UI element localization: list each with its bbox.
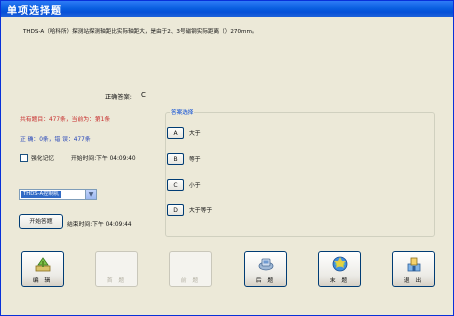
memory-checkbox-label: 强化记忆	[31, 156, 55, 162]
correct-answer-value: C	[141, 91, 146, 99]
option-c-text: 小于	[189, 183, 201, 189]
end-time: 结束时间:下午 04:09:44	[67, 222, 132, 228]
window-title: 单项选择题	[7, 6, 62, 17]
correct-answer-label: 正确答案:	[105, 94, 132, 101]
option-d-text: 大于等于	[189, 208, 213, 214]
start-time: 开始时间:下午 04:09:40	[71, 156, 136, 162]
answer-options-legend: 答案选择	[170, 108, 195, 116]
next-question-button[interactable]: 后 题	[244, 251, 287, 287]
prev-question-button[interactable]: 前 题	[169, 251, 212, 287]
prev-question-label: 前 题	[180, 278, 201, 284]
machine-select-value: THDS-A控制机	[21, 191, 61, 198]
option-c-button[interactable]: C	[167, 179, 184, 191]
exit-button[interactable]: 退 出	[392, 251, 435, 287]
score-stat: 正 确：0条，错 误：477条	[20, 137, 91, 143]
last-icon	[332, 256, 348, 272]
last-question-button[interactable]: 末 题	[318, 251, 361, 287]
next-question-label: 后 题	[255, 278, 276, 284]
machine-select[interactable]: THDS-A控制机 ▼	[19, 189, 97, 200]
main-window: 单项选择题 THDS-A（哈科所）探测站探测轴距比实际轴距大，是由于2、3号磁钢…	[0, 0, 454, 316]
next-icon	[258, 258, 274, 271]
last-question-label: 末 题	[329, 278, 350, 284]
exit-icon	[407, 257, 421, 272]
memory-checkbox[interactable]	[20, 153, 28, 162]
edit-button[interactable]: 编 辑	[21, 251, 64, 287]
option-a-text: 大于	[189, 131, 201, 137]
chevron-down-icon[interactable]: ▼	[85, 190, 96, 199]
first-question-button[interactable]: 首 题	[95, 251, 138, 287]
question-text: THDS-A（哈科所）探测站探测轴距比实际轴距大，是由于2、3号磁钢实际距离（）…	[23, 29, 258, 35]
option-b-button[interactable]: B	[167, 153, 184, 165]
title-bar[interactable]: 单项选择题	[1, 1, 453, 17]
progress-stat: 共有题目：477条，当前为：第1条	[20, 117, 111, 123]
edit-button-label: 编 辑	[32, 278, 53, 284]
first-question-label: 首 题	[106, 278, 127, 284]
memory-checkbox-row[interactable]: 强化记忆	[20, 153, 54, 162]
option-d-button[interactable]: D	[167, 204, 184, 216]
edit-icon	[35, 257, 51, 272]
answer-options-group: 答案选择	[165, 108, 435, 237]
exit-button-label: 退 出	[403, 278, 424, 284]
option-a-button[interactable]: A	[167, 127, 184, 139]
option-b-text: 等于	[189, 157, 201, 163]
start-answer-button[interactable]: 开始答题	[19, 214, 63, 229]
